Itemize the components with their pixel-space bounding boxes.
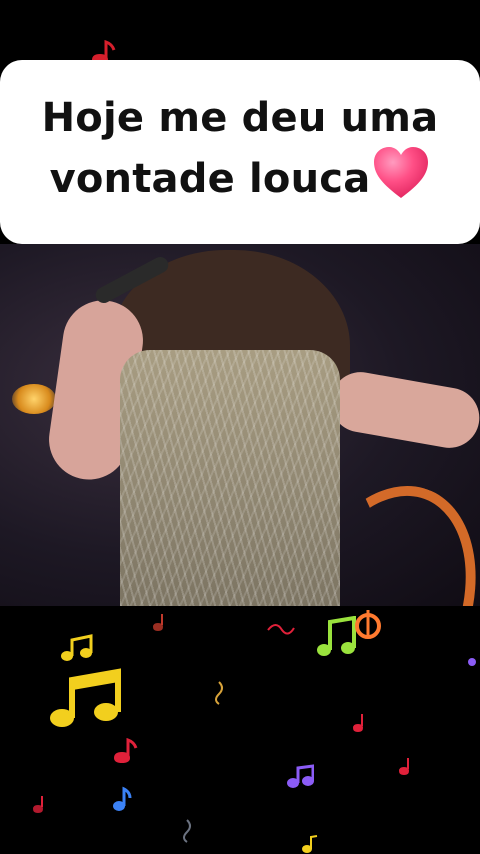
performer-sequin-dress [120,350,340,606]
music-note-icon [302,835,318,853]
caption-text: Hoje me deu uma vontade louca [10,90,470,207]
music-note-icon [114,738,138,763]
music-note-icon [153,614,163,631]
music-note-icon [355,610,381,639]
music-note-icon [113,786,132,811]
music-note-icon [61,634,93,661]
pink-heart-icon [374,147,429,198]
music-note-icon [183,819,191,843]
caption-line-1: Hoje me deu uma [41,95,439,141]
music-note-icon [353,714,363,732]
music-note-icon [215,681,223,705]
music-note-icon [33,796,43,813]
music-note-icon [50,668,121,727]
caption-card: Hoje me deu uma vontade louca [0,60,480,244]
music-note-icon [287,764,314,788]
caption-line-2: vontade louca [49,156,371,202]
music-note-icon [267,624,295,635]
stage-light [12,384,56,414]
performer-right-arm [325,367,480,453]
music-note-icon [468,658,476,666]
video-frame[interactable] [0,244,480,606]
music-note-icon [399,758,409,775]
